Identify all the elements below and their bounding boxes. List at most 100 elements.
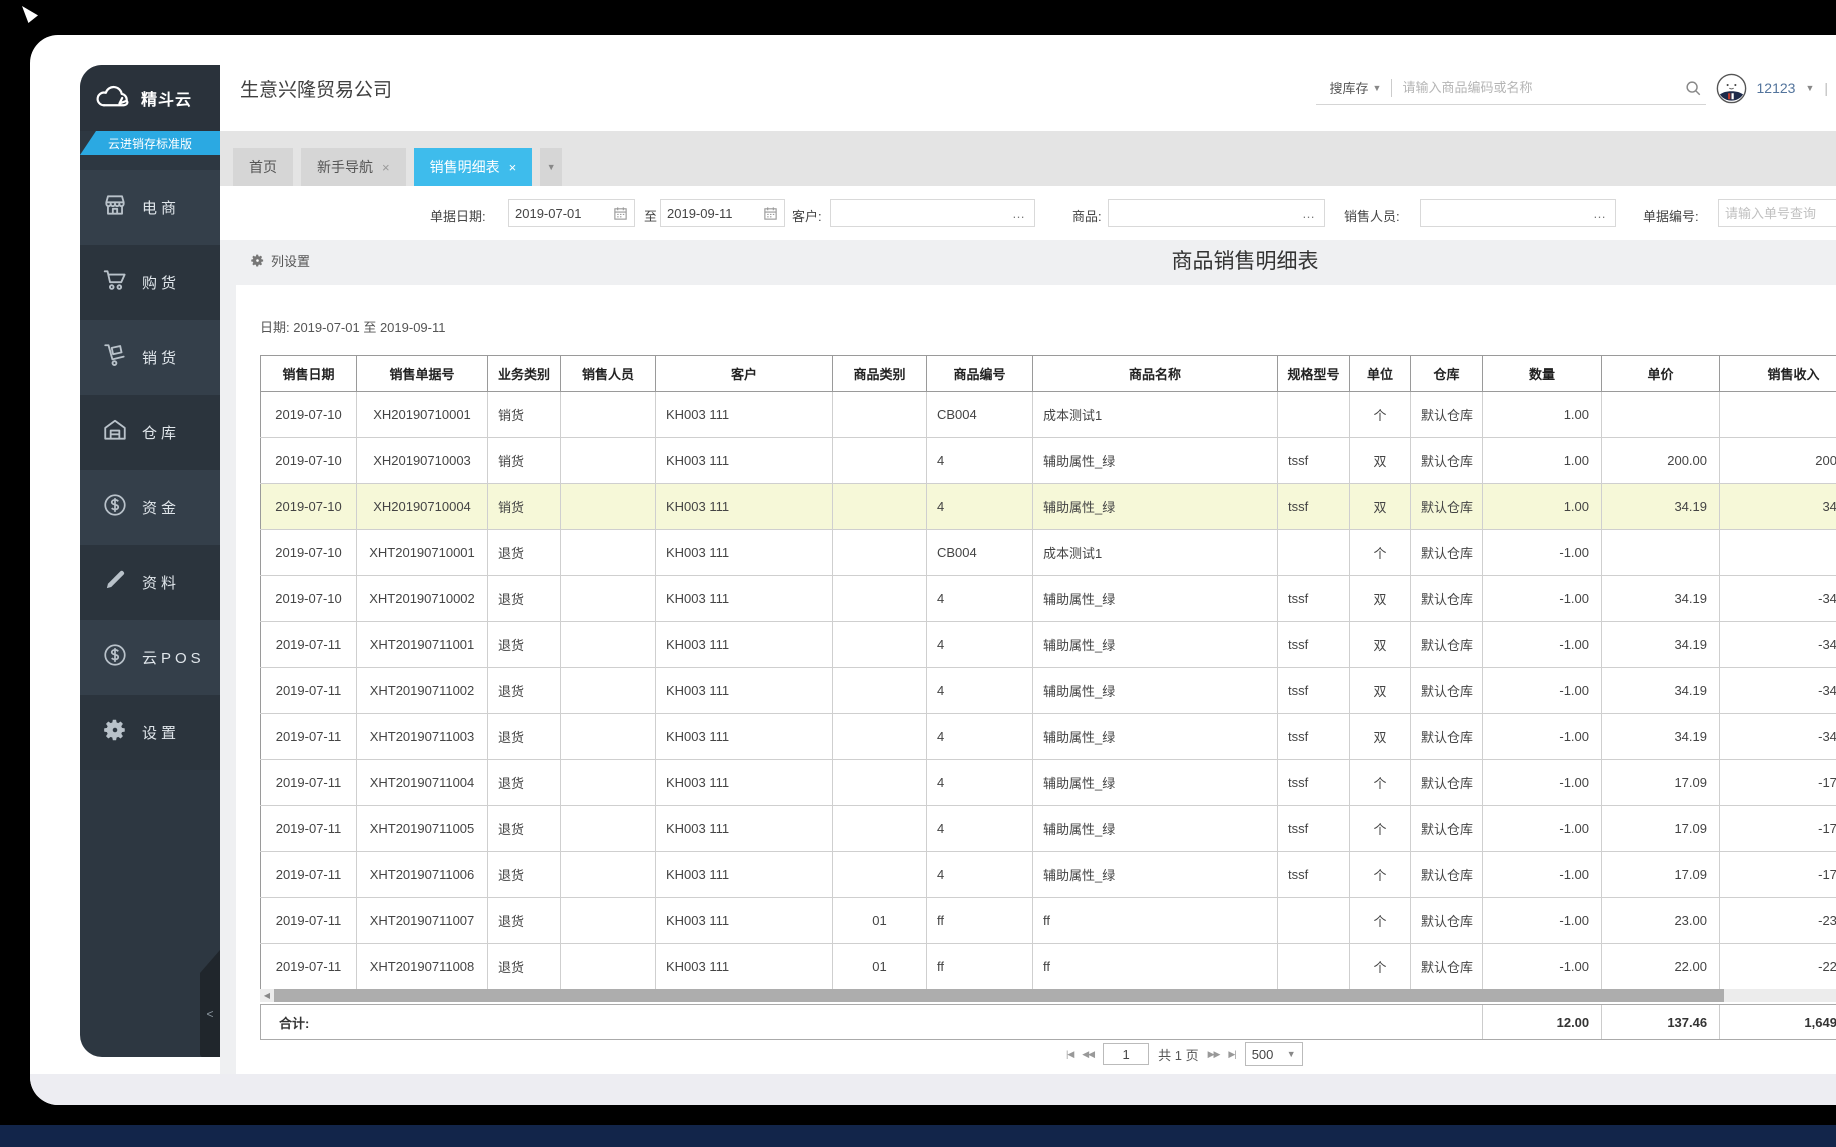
sidebar-item-warehouse[interactable]: 仓库: [80, 395, 220, 470]
table-cell: 默认仓库: [1411, 576, 1483, 622]
prev-page-button[interactable]: ◀◀: [1082, 1049, 1094, 1060]
search-icon[interactable]: [1684, 79, 1702, 97]
table-cell: CB004: [927, 530, 1033, 576]
table-row[interactable]: 2019-07-10XHT20190710002退货KH003 1114辅助属性…: [261, 576, 1836, 622]
cursor-arrow: [22, 6, 38, 23]
table-cell: 销货: [488, 392, 561, 438]
table-row[interactable]: 2019-07-10XH20190710004销货KH003 1114辅助属性_…: [261, 484, 1836, 530]
product-search-input[interactable]: [1402, 80, 1683, 95]
column-header[interactable]: 规格型号: [1278, 356, 1350, 392]
salesperson-lookup-button[interactable]: …: [1593, 206, 1609, 221]
table-cell: [833, 622, 927, 668]
horizontal-scrollbar[interactable]: ◀: [260, 989, 1836, 1002]
table-cell: KH003 111: [656, 530, 833, 576]
user-avatar[interactable]: [1716, 73, 1747, 104]
date-to-field[interactable]: 2019-09-11: [660, 199, 785, 227]
column-header[interactable]: 客户: [656, 356, 833, 392]
dollar-icon: [102, 642, 128, 673]
table-cell: [561, 668, 656, 714]
table-row[interactable]: 2019-07-10XH20190710001销货KH003 111CB004成…: [261, 392, 1836, 438]
sidebar-collapse-handle[interactable]: <: [200, 950, 220, 1057]
table-cell: [1720, 530, 1836, 576]
calendar-icon[interactable]: [613, 206, 628, 221]
table-cell: tssf: [1278, 622, 1350, 668]
column-header[interactable]: 销售单据号: [357, 356, 488, 392]
table-row[interactable]: 2019-07-10XH20190710003销货KH003 1114辅助属性_…: [261, 438, 1836, 484]
customer-lookup-button[interactable]: …: [1012, 206, 1028, 221]
page-number-input[interactable]: [1103, 1043, 1149, 1065]
sidebar-item-label: 电商: [142, 197, 180, 218]
sidebar-item-store[interactable]: 电商: [80, 170, 220, 245]
sidebar-item-dollar[interactable]: 云POS: [80, 620, 220, 695]
table-row[interactable]: 2019-07-11XHT20190711004退货KH003 1114辅助属性…: [261, 760, 1836, 806]
column-header[interactable]: 业务类别: [488, 356, 561, 392]
table-row[interactable]: 2019-07-10XHT20190710001退货KH003 111CB004…: [261, 530, 1836, 576]
table-row[interactable]: 2019-07-11XHT20190711001退货KH003 1114辅助属性…: [261, 622, 1836, 668]
calendar-icon[interactable]: [763, 206, 778, 221]
sidebar-item-cart[interactable]: 购货: [80, 245, 220, 320]
column-settings-button[interactable]: 列设置: [250, 251, 310, 270]
column-header[interactable]: 单价: [1602, 356, 1720, 392]
customer-filter-field[interactable]: …: [830, 199, 1035, 227]
table-row[interactable]: 2019-07-11XHT20190711002退货KH003 1114辅助属性…: [261, 668, 1836, 714]
table-cell: [561, 944, 656, 990]
column-header[interactable]: 仓库: [1411, 356, 1483, 392]
product-lookup-button[interactable]: …: [1302, 206, 1318, 221]
sidebar-item-label: 销货: [142, 347, 180, 368]
bill-no-input[interactable]: [1725, 206, 1836, 221]
column-header[interactable]: 商品类别: [833, 356, 927, 392]
scroll-left-icon[interactable]: ◀: [260, 991, 274, 1000]
tab-list-dropdown[interactable]: ▼: [540, 148, 562, 186]
table-cell: [1278, 944, 1350, 990]
table-cell: tssf: [1278, 484, 1350, 530]
sidebar-item-trolley[interactable]: 销货: [80, 320, 220, 395]
column-header[interactable]: 商品名称: [1033, 356, 1278, 392]
table-cell: 辅助属性_绿: [1033, 714, 1278, 760]
close-icon[interactable]: ×: [509, 160, 517, 175]
user-menu-caret-icon[interactable]: ▼: [1805, 83, 1814, 93]
table-cell: [561, 438, 656, 484]
sidebar-item-gear[interactable]: 设置: [80, 695, 220, 770]
tab-销售明细表[interactable]: 销售明细表×: [414, 148, 533, 186]
table-cell: 退货: [488, 714, 561, 760]
page-size-select[interactable]: 500 ▼: [1245, 1042, 1303, 1066]
column-header[interactable]: 商品编号: [927, 356, 1033, 392]
date-from-field[interactable]: 2019-07-01: [508, 199, 635, 227]
table-row[interactable]: 2019-07-11XHT20190711005退货KH003 1114辅助属性…: [261, 806, 1836, 852]
last-page-button[interactable]: ▶|: [1228, 1049, 1235, 1060]
table-row[interactable]: 2019-07-11XHT20190711006退货KH003 1114辅助属性…: [261, 852, 1836, 898]
table-cell: 个: [1350, 530, 1411, 576]
chevron-down-icon: ▼: [1287, 1049, 1296, 1059]
tab-首页[interactable]: 首页: [233, 148, 293, 186]
bill-no-field[interactable]: [1718, 199, 1836, 227]
column-header[interactable]: 数量: [1483, 356, 1602, 392]
table-cell: tssf: [1278, 806, 1350, 852]
column-header[interactable]: 单位: [1350, 356, 1411, 392]
salesperson-filter-field[interactable]: …: [1420, 199, 1616, 227]
sidebar-item-pencil[interactable]: 资料: [80, 545, 220, 620]
column-header[interactable]: 销售收入: [1720, 356, 1836, 392]
logo[interactable]: 精斗云: [80, 65, 220, 131]
user-id[interactable]: 12123: [1757, 80, 1796, 96]
table-cell: 默认仓库: [1411, 668, 1483, 714]
table-row[interactable]: 2019-07-11XHT20190711003退货KH003 1114辅助属性…: [261, 714, 1836, 760]
column-header[interactable]: 销售人员: [561, 356, 656, 392]
tab-新手导航[interactable]: 新手导航×: [301, 148, 406, 186]
sidebar-item-label: 云POS: [142, 647, 205, 668]
first-page-button[interactable]: |◀: [1066, 1049, 1073, 1060]
chevron-down-icon[interactable]: ▼: [1373, 83, 1382, 93]
product-filter-field[interactable]: …: [1108, 199, 1325, 227]
sidebar-item-dollar[interactable]: 资金: [80, 470, 220, 545]
table-cell: 成本测试1: [1033, 392, 1278, 438]
scrollbar-thumb[interactable]: [274, 989, 1724, 1002]
table-cell: 辅助属性_绿: [1033, 852, 1278, 898]
table-cell: 退货: [488, 852, 561, 898]
column-header[interactable]: 销售日期: [261, 356, 357, 392]
table-cell: 17.09: [1602, 806, 1720, 852]
next-page-button[interactable]: ▶▶: [1208, 1049, 1220, 1060]
table-row[interactable]: 2019-07-11XHT20190711007退货KH003 11101fff…: [261, 898, 1836, 944]
stock-search-mode[interactable]: 搜库存: [1330, 78, 1369, 97]
table-row[interactable]: 2019-07-11XHT20190711008退货KH003 11101fff…: [261, 944, 1836, 990]
table-cell: 2019-07-11: [261, 944, 357, 990]
close-icon[interactable]: ×: [382, 160, 390, 175]
